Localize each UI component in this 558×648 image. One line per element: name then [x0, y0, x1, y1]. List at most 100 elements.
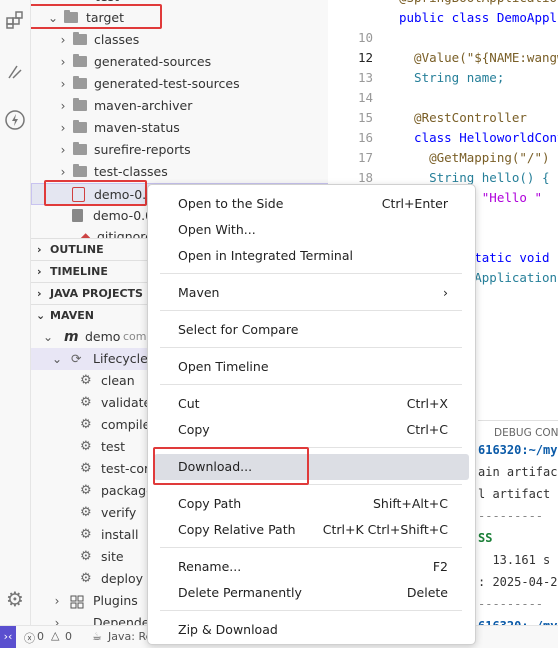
terminal-line: ---------	[478, 509, 544, 523]
code-line[interactable]: public class DemoApplication	[399, 10, 558, 25]
menu-item-label: Open in Integrated Terminal	[178, 248, 353, 263]
chevron-right-icon: ›	[37, 287, 42, 300]
settings-gear-icon[interactable]: ⚙	[3, 587, 27, 611]
folder-icon	[73, 98, 87, 111]
folder-icon	[73, 32, 87, 45]
menu-item-maven[interactable]: Maven ›	[154, 280, 469, 306]
gear-icon: ⚙	[80, 483, 92, 498]
menu-item-rename[interactable]: Rename... F2	[154, 554, 469, 580]
line-number: 16	[357, 130, 373, 145]
chevron-right-icon: ›	[60, 99, 66, 113]
chevron-right-icon: ›	[37, 265, 42, 278]
maven-goal-label: test	[101, 439, 126, 454]
menu-separator	[160, 384, 462, 385]
tree-item-folder[interactable]: › maven-status	[31, 117, 328, 139]
menu-item-select-for-compare[interactable]: Select for Compare	[154, 317, 469, 343]
tree-item-folder[interactable]: › surefire-reports	[31, 139, 328, 161]
tree-item-label: demo-0.0	[93, 208, 154, 223]
section-label: MAVEN	[50, 309, 94, 322]
maven-goal-label: clean	[101, 373, 135, 388]
testing-icon[interactable]	[3, 60, 27, 84]
section-label: TIMELINE	[50, 265, 108, 278]
terminal-panel[interactable]: DEBUG CONSOLE 616320:~/myapp ain artifact…	[478, 420, 558, 626]
gear-icon: ⚙	[80, 439, 92, 454]
tree-item-folder[interactable]: › generated-sources	[31, 51, 328, 73]
code-line[interactable]: @Value("${NAME:wangwu}")	[399, 50, 558, 65]
menu-item-copy[interactable]: Copy Ctrl+C	[154, 417, 469, 443]
tree-item-label: maven-archiver	[94, 98, 193, 113]
folder-icon	[73, 76, 87, 89]
gear-icon: ⚙	[80, 527, 92, 542]
refresh-cycle-icon: ⟳	[71, 351, 82, 366]
maven-icon: m	[64, 329, 79, 345]
menu-item-open-timeline[interactable]: Open Timeline	[154, 354, 469, 380]
lifecycle-label: Lifecycle	[93, 351, 148, 366]
section-label: JAVA PROJECTS	[50, 287, 143, 300]
menu-item-zip-download[interactable]: Zip & Download	[154, 617, 469, 643]
error-count[interactable]: 0	[37, 630, 44, 643]
lightning-icon[interactable]	[3, 108, 27, 132]
menu-item-delete-permanently[interactable]: Delete Permanently Delete	[154, 580, 469, 606]
chevron-right-icon: ›	[60, 77, 66, 91]
context-menu: Open to the Side Ctrl+Enter Open With... Op…	[147, 184, 476, 645]
menu-item-shortcut: F2	[432, 559, 448, 574]
folder-icon	[73, 120, 87, 133]
chevron-down-icon: ⌄	[36, 309, 46, 322]
menu-item-shortcut: Delete	[406, 585, 448, 600]
remote-indicator-icon[interactable]: ›‹	[0, 626, 16, 648]
highlight-box-download	[153, 447, 309, 485]
folder-icon	[73, 54, 87, 67]
maven-goal-label: site	[101, 549, 124, 564]
code-line[interactable]: @RestController	[399, 110, 527, 125]
menu-item-open-with[interactable]: Open With...	[154, 217, 469, 243]
menu-item-open-to-the-side[interactable]: Open to the Side Ctrl+Enter	[154, 191, 469, 217]
code-line[interactable]: String name;	[399, 70, 504, 85]
code-line[interactable]: @GetMapping("/")	[399, 150, 549, 165]
menu-item-cut[interactable]: Cut Ctrl+X	[154, 391, 469, 417]
code-line[interactable]: class HelloworldController	[399, 130, 558, 145]
menu-separator	[160, 273, 462, 274]
menu-item-copy-relative-path[interactable]: Copy Relative Path Ctrl+K Ctrl+Shift+C	[154, 517, 469, 543]
menu-item-open-in-integrated-terminal[interactable]: Open in Integrated Terminal	[154, 243, 469, 269]
chevron-right-icon: ›	[54, 594, 60, 608]
menu-item-shortcut: Shift+Alt+C	[372, 496, 448, 511]
tree-item-folder[interactable]: › classes	[31, 29, 328, 51]
menu-item-label: Rename...	[178, 559, 242, 574]
maven-goal-label: compile	[101, 417, 151, 432]
line-number: 15	[357, 110, 373, 125]
line-number: 18	[357, 170, 373, 185]
menu-item-label: Open With...	[178, 222, 256, 237]
extensions-icon[interactable]	[3, 8, 27, 32]
terminal-line: 616320:~/myapp	[478, 443, 558, 457]
menu-item-label: Cut	[178, 396, 200, 411]
code-line[interactable]: @SpringBootApplication	[399, 0, 558, 5]
warning-count[interactable]: 0	[65, 630, 72, 643]
git-icon: ◆	[81, 230, 91, 238]
tree-item-folder[interactable]: › generated-test-sources	[31, 73, 328, 95]
gear-icon: ⚙	[80, 373, 92, 388]
plugins-label: Plugins	[93, 593, 138, 608]
gear-icon: ⚙	[80, 571, 92, 586]
menu-item-label: Open Timeline	[178, 359, 269, 374]
warning-icon: △	[51, 629, 60, 642]
chevron-right-icon: ›	[60, 121, 66, 135]
chevron-right-icon: ›	[37, 243, 42, 256]
menu-item-copy-path[interactable]: Copy Path Shift+Alt+C	[154, 491, 469, 517]
maven-project-description: com	[123, 330, 147, 343]
chevron-right-icon: ›	[60, 33, 66, 47]
menu-item-label: Copy Relative Path	[178, 522, 296, 537]
chevron-down-icon: ⌄	[42, 330, 54, 344]
menu-separator	[160, 610, 462, 611]
menu-item-shortcut: Ctrl+C	[406, 422, 448, 437]
code-line[interactable]: String hello() {	[399, 170, 549, 185]
chevron-right-icon: ›	[60, 55, 66, 69]
gear-icon: ⚙	[80, 505, 92, 520]
tab-debug-console[interactable]: DEBUG CONSOLE	[494, 427, 558, 439]
highlight-box-demo-jar	[44, 180, 147, 206]
menu-separator	[160, 347, 462, 348]
menu-item-shortcut: Ctrl+X	[406, 396, 448, 411]
maven-goal-label: package	[101, 483, 154, 498]
line-number: 13	[357, 70, 373, 85]
terminal-line: l artifact h	[478, 487, 558, 501]
tree-item-folder[interactable]: › maven-archiver	[31, 95, 328, 117]
